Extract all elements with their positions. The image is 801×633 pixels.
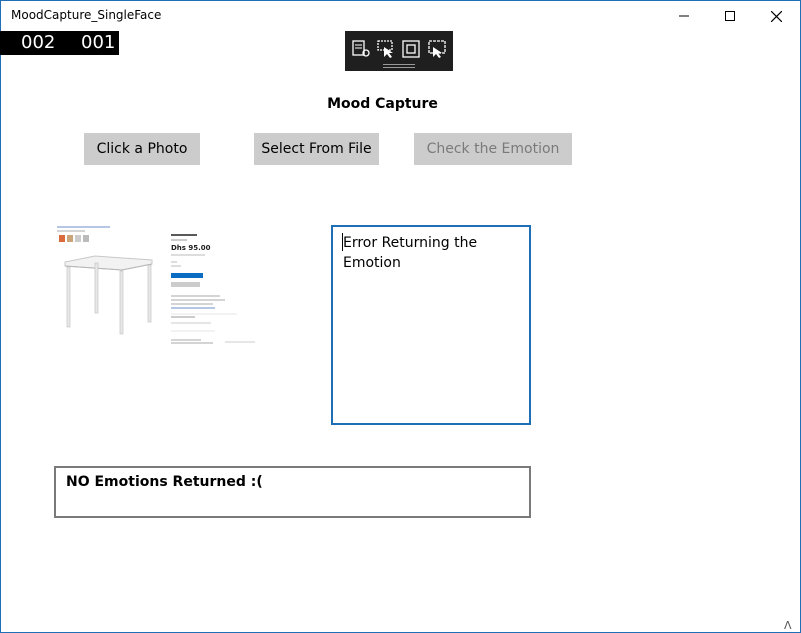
- emotions-status-box: NO Emotions Returned :(: [54, 466, 531, 518]
- select-from-file-button[interactable]: Select From File: [254, 133, 379, 165]
- minimize-icon: [679, 15, 689, 17]
- close-button[interactable]: [753, 1, 799, 31]
- selected-image: Dhs 95.00: [55, 222, 260, 350]
- click-photo-button[interactable]: Click a Photo: [84, 133, 200, 165]
- maximize-button[interactable]: [707, 1, 753, 31]
- display-layout-adorners-icon[interactable]: [401, 39, 421, 59]
- in-app-debug-toolbar[interactable]: [345, 31, 453, 71]
- emotions-status-text: NO Emotions Returned :(: [66, 474, 263, 490]
- close-icon: [770, 10, 782, 22]
- emotion-result-textbox[interactable]: Error Returning the Emotion: [331, 225, 531, 425]
- page-title: Mood Capture: [327, 96, 438, 112]
- check-emotion-button[interactable]: Check the Emotion: [414, 133, 572, 165]
- frame-counter-right: 001: [81, 32, 116, 53]
- frame-rate-counter: 002 001: [0, 31, 119, 55]
- maximize-icon: [725, 11, 735, 21]
- emotion-result-text: Error Returning the Emotion: [343, 235, 478, 271]
- product-price: Dhs 95.00: [171, 244, 211, 252]
- title-bar[interactable]: MoodCapture_SingleFace: [1, 1, 800, 31]
- live-visual-tree-icon[interactable]: [351, 39, 371, 59]
- toolbar-drag-handle[interactable]: [383, 64, 415, 65]
- minimize-button[interactable]: [661, 1, 707, 31]
- toolbar-drag-handle-line: [383, 67, 415, 68]
- select-element-icon[interactable]: [376, 39, 396, 59]
- track-focused-element-icon[interactable]: [427, 39, 447, 59]
- window-title: MoodCapture_SingleFace: [11, 8, 162, 22]
- app-bar-expand-icon[interactable]: Λ: [784, 619, 792, 632]
- frame-counter-left: 002: [21, 32, 56, 53]
- product-page-thumbnail: Dhs 95.00: [57, 226, 255, 344]
